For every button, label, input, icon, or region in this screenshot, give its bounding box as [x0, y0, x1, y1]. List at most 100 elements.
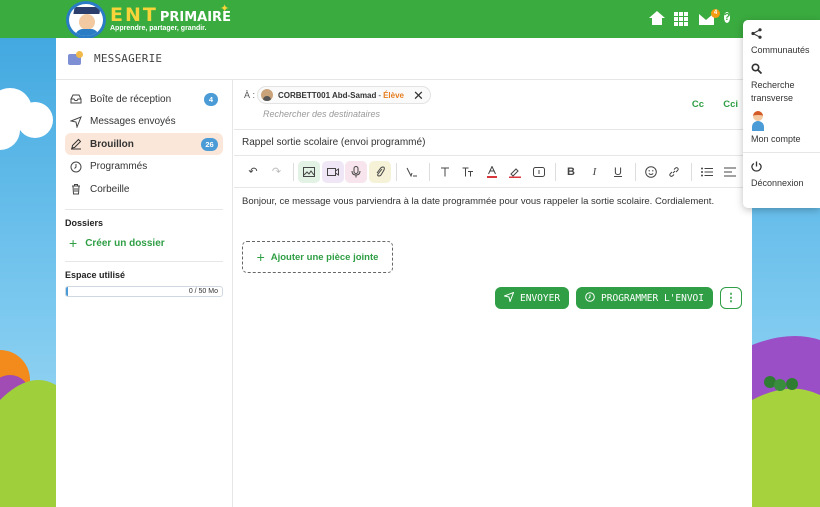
send-icon: [70, 115, 82, 128]
font-size-icon[interactable]: [457, 161, 479, 183]
divider: [65, 209, 223, 210]
recipient-separator: -: [378, 90, 382, 100]
text-type-icon[interactable]: [434, 161, 456, 183]
paperclip-icon[interactable]: [368, 160, 391, 183]
message-body[interactable]: Bonjour, ce message vous parviendra à la…: [234, 188, 752, 228]
undo-icon[interactable]: ↶: [242, 161, 264, 183]
user-menu: Communautés Recherche transverse Mon com…: [743, 20, 820, 208]
recipient-chip[interactable]: CORBETT001 Abd-Samad - Élève ✕: [257, 86, 431, 104]
help-icon-label: ?: [724, 12, 731, 23]
apps-grid-icon[interactable]: [674, 11, 690, 27]
page-title: MESSAGERIE: [94, 52, 163, 65]
compose-actions: ENVOYER PROGRAMMER L'ENVOI ⋮: [495, 287, 742, 309]
menu-item-label: Déconnexion: [751, 178, 804, 188]
editor-toolbar: ↶ ↷ B I U: [234, 156, 752, 188]
sidebar-item-trash[interactable]: Corbeille: [65, 178, 223, 200]
video-icon[interactable]: [321, 160, 344, 183]
top-bar: ENT PRIMAIRE ✦ Apprendre, partager, grand…: [0, 0, 820, 39]
bullet-list-icon[interactable]: [696, 161, 718, 183]
inbox-icon: [70, 93, 82, 105]
divider: [396, 162, 397, 181]
sidebar-item-label: Boîte de réception: [90, 93, 172, 105]
divider: [428, 162, 430, 181]
menu-item-logout[interactable]: Déconnexion: [751, 161, 812, 190]
plus-icon: +: [69, 235, 78, 251]
image-icon[interactable]: [298, 160, 320, 183]
brand-name[interactable]: ENT PRIMAIRE: [110, 4, 231, 26]
recipient-search-input[interactable]: Rechercher des destinataires: [263, 109, 380, 119]
redo-icon[interactable]: ↷: [266, 161, 288, 183]
subject-text: Rappel sortie scolaire (envoi programmé): [242, 137, 426, 148]
bold-icon[interactable]: B: [560, 161, 582, 183]
brand-tagline: Apprendre, partager, grandir.: [110, 25, 207, 32]
app-panel: MESSAGERIE Boîte de réception 4 Messages…: [56, 38, 752, 507]
sidebar-item-label: Programmés: [90, 161, 148, 172]
plus-icon: +: [256, 249, 265, 265]
send-icon: [502, 291, 515, 305]
recipient-role: Élève: [383, 90, 404, 100]
sidebar-item-inbox[interactable]: Boîte de réception 4: [65, 88, 223, 110]
sidebar: Boîte de réception 4 Messages envoyés Br…: [56, 80, 233, 507]
help-icon[interactable]: ?: [724, 11, 740, 27]
more-options-icon[interactable]: ⋮: [720, 287, 742, 309]
text-color-icon[interactable]: [481, 161, 503, 183]
messagerie-icon: [68, 51, 83, 66]
divider: [690, 162, 692, 181]
sidebar-item-label: Brouillon: [90, 138, 134, 150]
clock-icon: [70, 161, 82, 173]
text-box-icon[interactable]: [528, 161, 550, 183]
menu-item-communities[interactable]: Communautés: [751, 28, 812, 57]
divider: [555, 162, 556, 181]
top-icons: 4 ?: [649, 9, 740, 27]
mail-icon[interactable]: 4: [699, 9, 720, 27]
inbox-count-badge: 4: [204, 93, 218, 106]
power-icon: [751, 161, 812, 176]
underline-icon[interactable]: U: [607, 161, 629, 183]
pencil-icon: [70, 138, 82, 150]
sidebar-item-scheduled[interactable]: Programmés: [65, 156, 223, 178]
share-icon: [751, 28, 812, 43]
emoji-icon[interactable]: [640, 161, 662, 183]
sidebar-item-label: Messages envoyés: [90, 116, 176, 127]
add-attachment-button[interactable]: + Ajouter une pièce jointe: [242, 241, 393, 273]
folders-heading: Dossiers: [65, 218, 104, 228]
mail-count-badge: 4: [711, 9, 720, 18]
send-button[interactable]: ENVOYER: [495, 287, 570, 309]
trash-icon: [70, 183, 82, 195]
menu-item-account[interactable]: Mon compte: [751, 111, 812, 146]
create-folder-button[interactable]: + Créer un dossier: [65, 234, 223, 252]
italic-icon[interactable]: I: [584, 161, 606, 183]
clock-icon: [585, 291, 595, 305]
sidebar-item-label: Corbeille: [90, 183, 130, 195]
logo-icon[interactable]: [66, 1, 106, 39]
menu-item-search[interactable]: Recherche transverse: [751, 63, 812, 105]
schedule-send-label: PROGRAMMER L'ENVOI: [601, 292, 704, 304]
cc-button[interactable]: Cc: [692, 99, 704, 110]
subject-field[interactable]: Rappel sortie scolaire (envoi programmé): [234, 130, 752, 156]
create-folder-label: Créer un dossier: [85, 237, 165, 249]
align-left-icon[interactable]: [719, 161, 741, 183]
storage-heading: Espace utilisé: [65, 270, 126, 280]
highlight-icon[interactable]: [504, 161, 526, 183]
spark-icon: ✦: [220, 3, 230, 15]
divider: [634, 162, 636, 181]
storage-fill: [66, 287, 68, 296]
schedule-send-button[interactable]: PROGRAMMER L'ENVOI: [576, 287, 713, 309]
close-icon[interactable]: ✕: [413, 89, 424, 102]
divider: [293, 162, 294, 181]
microphone-icon[interactable]: [345, 160, 367, 183]
storage-bar: 0 / 50 Mo: [65, 286, 223, 297]
avatar-icon: [751, 111, 765, 131]
sidebar-item-drafts[interactable]: Brouillon 26: [65, 133, 223, 155]
menu-item-label: Recherche transverse: [751, 80, 795, 103]
storage-text: 0 / 50 Mo: [188, 288, 218, 295]
home-icon[interactable]: [649, 11, 665, 27]
search-icon: [751, 63, 812, 78]
sidebar-item-sent[interactable]: Messages envoyés: [65, 111, 223, 133]
cci-button[interactable]: Cci: [723, 99, 738, 110]
add-attachment-label: Ajouter une pièce jointe: [270, 251, 379, 263]
recipients-row: À : CORBETT001 Abd-Samad - Élève ✕ Reche…: [234, 80, 752, 130]
link-icon[interactable]: [663, 161, 685, 183]
math-icon[interactable]: [401, 161, 423, 183]
divider: [743, 152, 820, 153]
